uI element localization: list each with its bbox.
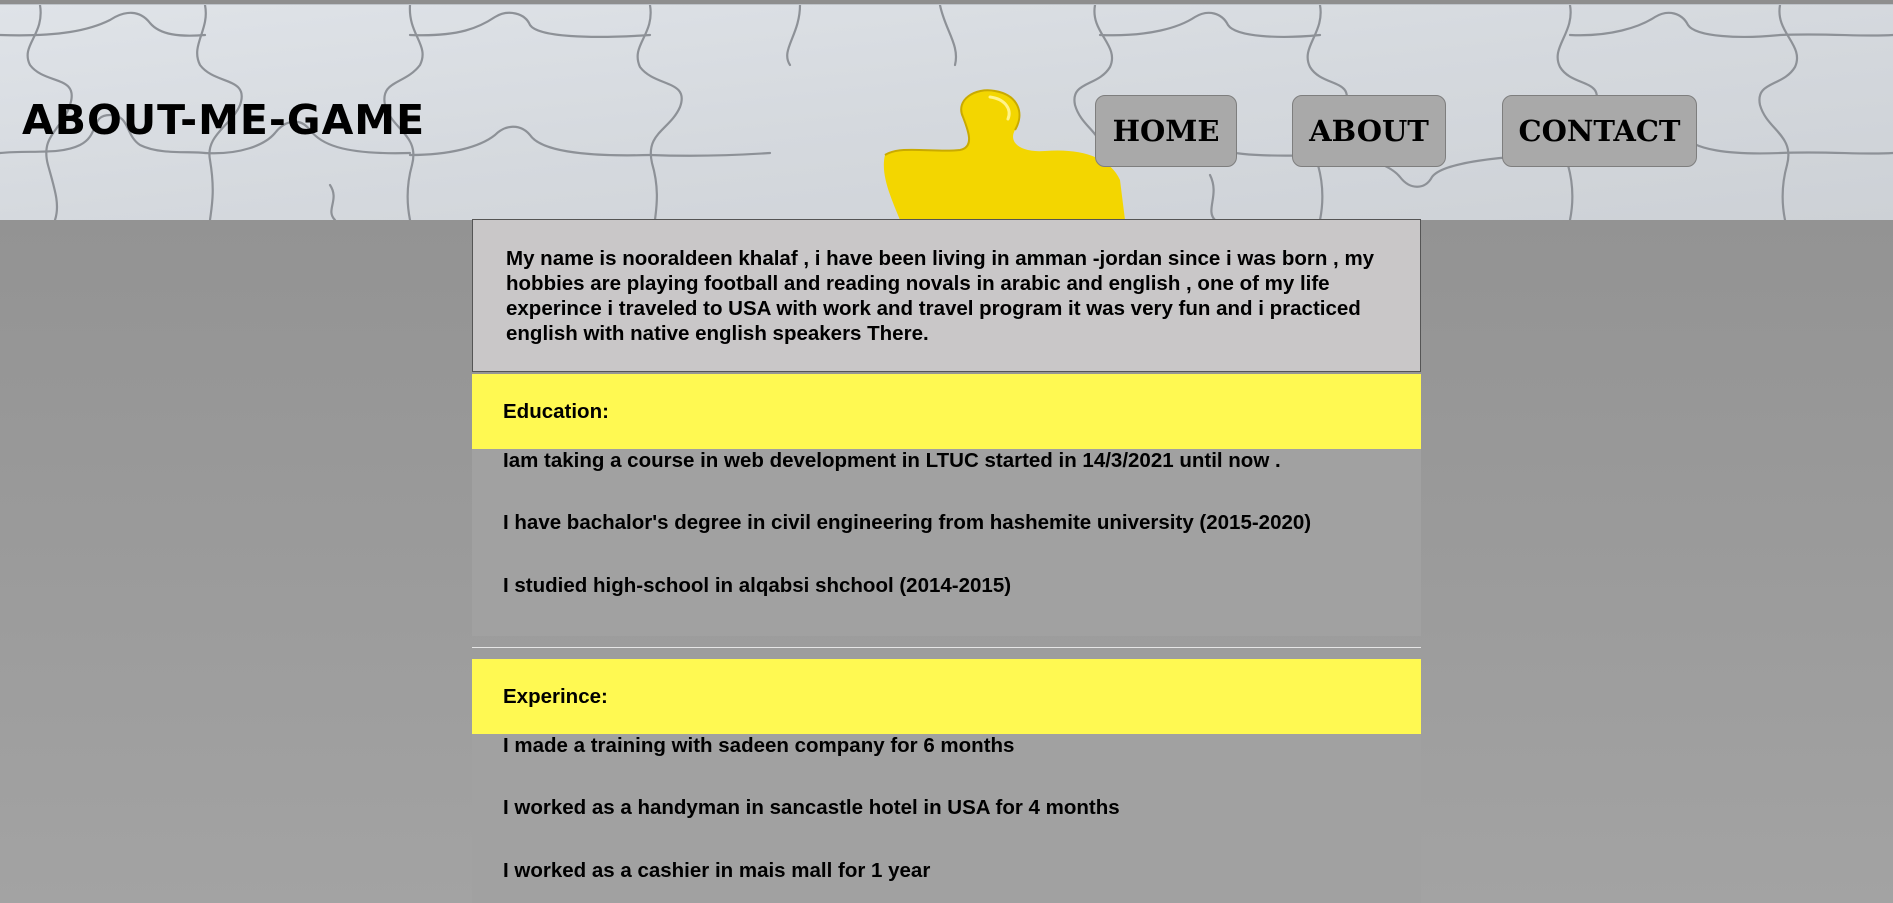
site-header: ABOUT-ME-GAME HOME ABOUT CONTACT [0,4,1893,220]
intro-box: My name is nooraldeen khalaf , i have be… [472,219,1421,372]
nav-contact-button[interactable]: CONTACT [1502,95,1697,167]
nav-about-button[interactable]: ABOUT [1292,95,1446,167]
section-divider [472,647,1421,648]
education-heading-bar: Education: [472,374,1421,449]
experience-list: I made a training with sadeen company fo… [472,734,1421,903]
education-heading: Education: [503,399,609,423]
experience-item: I made a training with sadeen company fo… [503,734,1015,757]
intro-text: My name is nooraldeen khalaf , i have be… [506,247,1375,345]
education-item: I have bachalor's degree in civil engine… [503,511,1312,534]
experience-heading-bar: Experince: [472,659,1421,734]
site-title: ABOUT-ME-GAME [22,96,426,144]
experience-item: I worked as a cashier in mais mall for 1… [503,859,931,882]
education-item: I studied high-school in alqabsi shchool… [503,574,1012,597]
education-list: Iam taking a course in web development i… [472,449,1421,636]
experience-item: I worked as a handyman in sancastle hote… [503,796,1120,819]
education-item: Iam taking a course in web development i… [503,449,1281,472]
experience-heading: Experince: [503,684,608,708]
nav-home-button[interactable]: HOME [1095,95,1237,167]
